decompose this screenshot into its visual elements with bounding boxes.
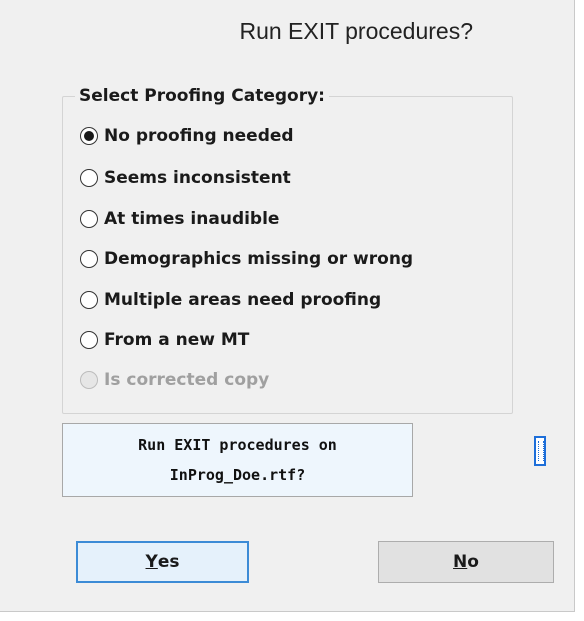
radio-at-times-inaudible[interactable]: At times inaudible [80,205,279,233]
radio-label: Multiple areas need proofing [104,290,382,310]
radio-label: Demographics missing or wrong [104,249,414,269]
confirmation-message: Run EXIT procedures on InProg_Doe.rtf? [62,423,413,497]
exit-procedures-dialog: Run EXIT procedures? Select Proofing Cat… [0,0,575,612]
radio-button[interactable] [80,250,98,268]
radio-label: No proofing needed [104,126,294,146]
no-label-rest: o [467,552,479,572]
radio-button[interactable] [80,169,98,187]
yes-label-rest: es [157,552,180,572]
radio-multiple-areas[interactable]: Multiple areas need proofing [80,286,381,314]
yes-button[interactable]: Yes [76,541,249,583]
radio-label: At times inaudible [104,209,280,229]
radio-seems-inconsistent[interactable]: Seems inconsistent [80,164,291,192]
group-legend: Select Proofing Category: [75,86,329,106]
radio-demographics-missing[interactable]: Demographics missing or wrong [80,245,413,273]
radio-button-checked[interactable] [80,127,98,145]
radio-no-proofing-needed[interactable]: No proofing needed [80,122,294,150]
radio-button[interactable] [80,210,98,228]
dialog-title: Run EXIT procedures? [239,18,473,44]
yes-mnemonic: Y [145,552,158,572]
no-button[interactable]: No [378,541,554,583]
title-bar[interactable]: Run EXIT procedures? [0,0,575,80]
message-line-2: InProg_Doe.rtf? [169,466,306,484]
radio-button[interactable] [80,331,98,349]
radio-label: Seems inconsistent [104,168,291,188]
no-mnemonic: N [453,552,468,572]
document-ruler-icon[interactable] [534,436,546,466]
radio-is-corrected-copy: Is corrected copy [80,366,269,394]
window: Run EXIT procedures? Select Proofing Cat… [0,0,584,621]
radio-label: Is corrected copy [104,370,270,390]
radio-button[interactable] [80,291,98,309]
radio-from-new-mt[interactable]: From a new MT [80,326,249,354]
radio-label: From a new MT [104,330,250,350]
radio-button-disabled [80,371,98,389]
message-line-1: Run EXIT procedures on [138,436,337,454]
